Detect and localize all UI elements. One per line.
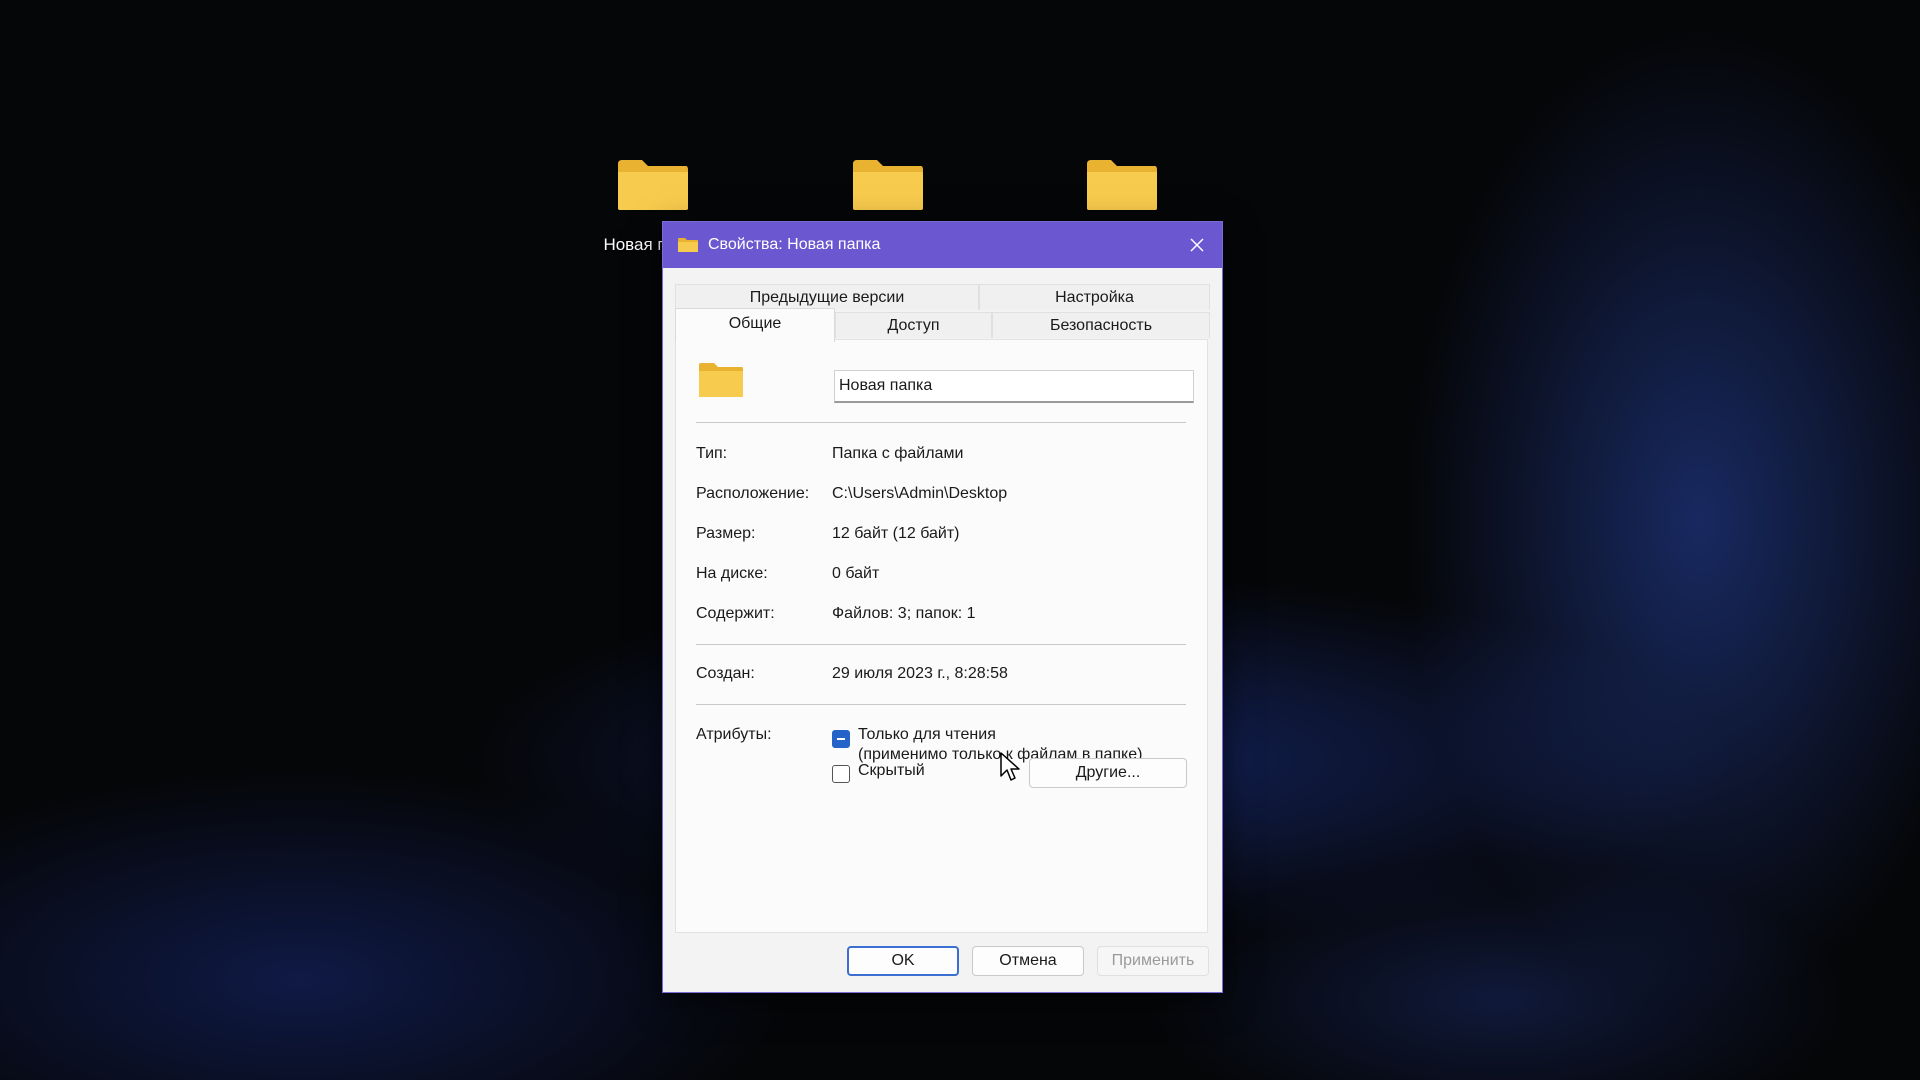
location-value: C:\Users\Admin\Desktop [832,485,1008,502]
tab-customize[interactable]: Настройка [979,284,1210,310]
attributes-label: Атрибуты: [696,726,772,743]
size-value: 12 байт (12 байт) [832,525,960,542]
hidden-label: Скрытый [858,762,925,779]
advanced-button[interactable]: Другие... [1029,758,1187,788]
dialog-titlebar[interactable]: Свойства: Новая папка [663,222,1222,268]
location-label: Расположение: [696,485,810,502]
dialog-title: Свойства: Новая папка [708,236,881,253]
folder-name-input[interactable] [834,370,1194,403]
close-button[interactable] [1182,230,1212,260]
contains-value: Файлов: 3; папок: 1 [832,605,976,622]
general-panel: Тип: Папка с файлами Расположение: C:\Us… [675,339,1208,933]
tab-general[interactable]: Общие [675,308,835,342]
divider [696,704,1186,705]
contains-label: Содержит: [696,605,775,622]
created-label: Создан: [696,665,755,682]
readonly-checkbox[interactable] [832,730,850,748]
hidden-checkbox[interactable] [832,765,850,783]
apply-button[interactable]: Применить [1097,946,1209,976]
folder-icon [1087,160,1157,210]
tab-security[interactable]: Безопасность [992,312,1210,338]
mouse-cursor-icon [1000,752,1020,781]
created-value: 29 июля 2023 г., 8:28:58 [832,665,1008,682]
ondisk-label: На диске: [696,565,768,582]
readonly-label: Только для чтения [858,726,996,743]
close-icon [1190,238,1204,252]
tab-strip: Предыдущие версии Настройка Общие Доступ… [675,268,1210,342]
tab-previous-versions[interactable]: Предыдущие версии [675,284,979,310]
folder-icon [618,160,688,210]
ondisk-value: 0 байт [832,565,880,582]
divider [696,422,1186,423]
size-label: Размер: [696,525,756,542]
ok-button[interactable]: OK [847,946,959,976]
tab-sharing[interactable]: Доступ [835,312,992,338]
properties-dialog: Свойства: Новая папка Предыдущие версии … [662,221,1223,993]
cancel-button[interactable]: Отмена [972,946,1084,976]
folder-icon [853,160,923,210]
type-label: Тип: [696,445,728,462]
folder-icon [699,363,743,397]
divider [696,644,1186,645]
type-value: Папка с файлами [832,445,964,462]
folder-icon [678,238,698,252]
